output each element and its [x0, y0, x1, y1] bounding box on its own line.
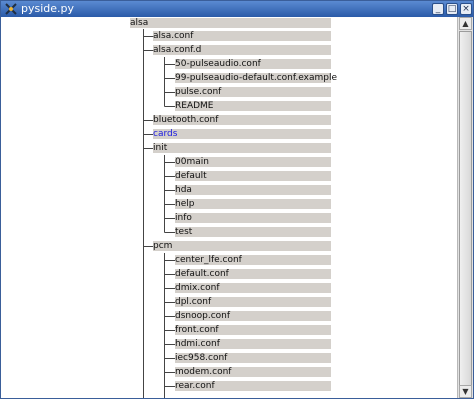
tree-node-pcm-rear[interactable]: rear.conf — [175, 381, 331, 391]
tree-node-pcm-default[interactable]: default.conf — [175, 269, 331, 279]
tree-node-pcm-dmix[interactable]: dmix.conf — [175, 283, 331, 293]
tree-node-pcm-center-lfe[interactable]: center_lfe.conf — [175, 255, 331, 265]
tree-node-init-info[interactable]: info — [175, 213, 331, 223]
app-icon — [5, 3, 17, 15]
tree-node-init-test[interactable]: test — [175, 227, 331, 237]
tree-node-init-hda[interactable]: hda — [175, 185, 331, 195]
minimize-button[interactable]: _ — [432, 3, 444, 15]
tree-node-pcm-modem[interactable]: modem.conf — [175, 367, 331, 377]
tree-view[interactable]: alsa alsa.conf alsa.conf.d 50-pulseaudio… — [1, 17, 457, 398]
tree-node-pulse-conf[interactable]: pulse.conf — [175, 87, 331, 97]
tree-node-init-help[interactable]: help — [175, 199, 331, 209]
tree-node-init[interactable]: init — [153, 143, 331, 153]
tree-node-pcm-iec958[interactable]: iec958.conf — [175, 353, 331, 363]
window-title: pyside.py — [21, 2, 75, 15]
scroll-up-button[interactable]: ▲ — [459, 17, 472, 30]
tree-node-50-pulseaudio-conf[interactable]: 50-pulseaudio.conf — [175, 59, 331, 69]
tree-node-readme[interactable]: README — [175, 101, 331, 111]
tree-node-cards[interactable]: cards — [153, 129, 331, 139]
tree-node-init-default[interactable]: default — [175, 171, 331, 181]
tree-node-pcm-hdmi[interactable]: hdmi.conf — [175, 339, 331, 349]
tree-node-pcm[interactable]: pcm — [153, 241, 331, 251]
vertical-scrollbar[interactable]: ▲ ▼ — [457, 17, 473, 398]
scrollbar-thumb[interactable] — [459, 31, 472, 393]
tree-node-bluetooth-conf[interactable]: bluetooth.conf — [153, 115, 331, 125]
scroll-down-button[interactable]: ▼ — [459, 385, 472, 398]
tree-node-99-pulseaudio-default[interactable]: 99-pulseaudio-default.conf.example — [175, 73, 337, 83]
tree-node-pcm-dsnoop[interactable]: dsnoop.conf — [175, 311, 331, 321]
tree-node-alsa-conf-d[interactable]: alsa.conf.d — [153, 45, 331, 55]
tree-node-alsa[interactable]: alsa — [130, 18, 331, 28]
tree-node-pcm-front[interactable]: front.conf — [175, 325, 331, 335]
maximize-button[interactable]: □ — [446, 3, 458, 15]
tree-node-alsa-conf[interactable]: alsa.conf — [153, 31, 331, 41]
tree-node-pcm-dpl[interactable]: dpl.conf — [175, 297, 331, 307]
title-bar[interactable]: pyside.py _ □ × — [1, 1, 473, 17]
close-button[interactable]: × — [460, 3, 472, 15]
app-window: pyside.py _ □ × alsa alsa.conf alsa.conf… — [0, 0, 474, 399]
tree-node-init-00main[interactable]: 00main — [175, 157, 331, 167]
